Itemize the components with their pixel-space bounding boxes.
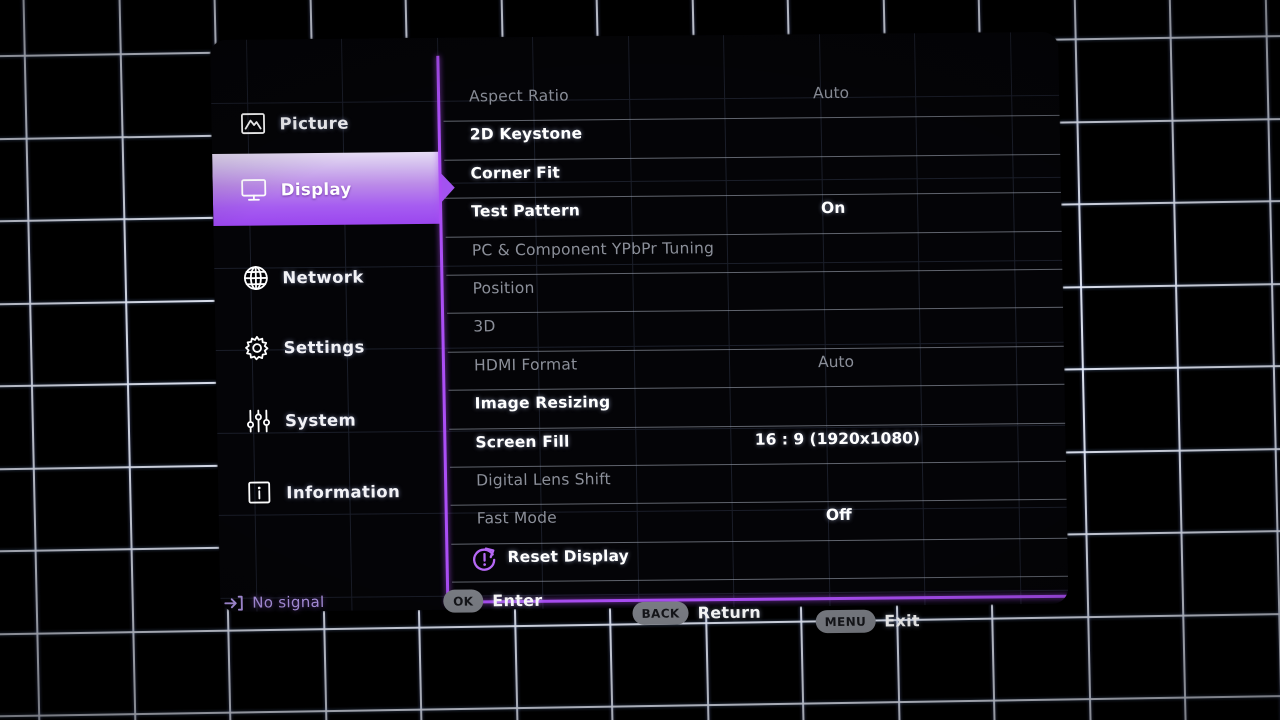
- no-signal-label: No signal: [252, 592, 325, 612]
- sidebar: Picture Display Network Settings System Infor…: [210, 38, 456, 612]
- option-label: Position: [472, 278, 535, 298]
- option-label: Reset Display: [507, 546, 630, 566]
- option-label: Corner Fit: [470, 163, 561, 183]
- sidebar-item-information[interactable]: Information: [218, 463, 445, 521]
- option-row[interactable]: Test Pattern On: [445, 193, 1064, 238]
- option-value: [714, 275, 954, 277]
- option-row[interactable]: Aspect Ratio Auto: [443, 78, 1062, 123]
- osd-menu-panel: Picture Display Network Settings System Infor…: [210, 31, 1069, 612]
- option-row[interactable]: Corner Fit: [444, 155, 1063, 199]
- sidebar-item-display[interactable]: Display: [212, 151, 456, 226]
- key-pill-ok: OK: [443, 589, 484, 613]
- hint-exit[interactable]: MENU Exit: [815, 609, 921, 634]
- sliders-icon: [245, 407, 271, 433]
- option-value: [717, 390, 957, 392]
- option-value: [715, 313, 955, 315]
- sidebar-item-label: Picture: [279, 113, 350, 133]
- sidebar-item-label: Display: [280, 179, 352, 199]
- sidebar-item-system[interactable]: System: [216, 391, 443, 449]
- option-row[interactable]: Image Resizing: [448, 385, 1068, 430]
- option-label: 2D Keystone: [469, 124, 583, 144]
- option-value: [719, 543, 959, 545]
- picture-icon: [239, 110, 265, 136]
- display-icon: [241, 176, 267, 202]
- hint-caption-enter: Enter: [492, 590, 543, 611]
- projector-screen: Picture Display Network Settings System Infor…: [0, 0, 1280, 720]
- hint-caption-return: Return: [697, 602, 762, 623]
- option-row[interactable]: 3D: [447, 308, 1066, 353]
- sidebar-item-label: Settings: [283, 337, 365, 357]
- no-signal-status: No signal: [224, 593, 325, 612]
- option-row[interactable]: PC & Component YPbPr Tuning: [446, 231, 1065, 276]
- option-value: Auto: [817, 352, 855, 371]
- sidebar-item-settings[interactable]: Settings: [215, 318, 442, 376]
- option-value: [712, 160, 952, 162]
- option-row[interactable]: Screen Fill 16 : 9 (1920x1080): [449, 423, 1068, 468]
- option-label: Image Resizing: [474, 393, 611, 413]
- gear-icon: [243, 334, 269, 360]
- key-pill-menu: MENU: [815, 609, 876, 634]
- sidebar-item-label: Network: [282, 267, 364, 287]
- option-label: Test Pattern: [471, 201, 581, 221]
- option-label: 3D: [473, 317, 496, 336]
- option-row[interactable]: Position: [446, 270, 1066, 315]
- option-row[interactable]: Fast Mode Off: [451, 500, 1069, 545]
- option-label: Screen Fill: [475, 432, 570, 451]
- option-value: Auto: [812, 83, 850, 103]
- option-value: 16 : 9 (1920x1080): [754, 428, 921, 449]
- hint-return[interactable]: BACK Return: [632, 601, 761, 625]
- option-row[interactable]: Reset Display: [451, 539, 1069, 583]
- reset-icon: [471, 546, 497, 572]
- hint-bar: No signal OK Enter BACK Return MENU Exit: [210, 580, 1071, 648]
- option-row[interactable]: Digital Lens Shift: [450, 462, 1069, 506]
- option-label: Aspect Ratio: [468, 86, 570, 106]
- globe-icon: [242, 264, 268, 290]
- sidebar-item-network[interactable]: Network: [214, 248, 441, 306]
- option-value: On: [820, 199, 846, 218]
- input-source-icon: [224, 594, 243, 611]
- option-value: [714, 236, 954, 238]
- option-value: [718, 467, 958, 469]
- option-row[interactable]: HDMI Format Auto: [448, 347, 1067, 391]
- information-icon: [246, 479, 272, 505]
- hint-caption-exit: Exit: [884, 611, 921, 631]
- option-value: Off: [825, 506, 852, 525]
- option-value: [712, 121, 952, 123]
- option-label: Fast Mode: [476, 508, 558, 528]
- key-pill-back: BACK: [632, 601, 689, 625]
- sidebar-item-label: Information: [286, 481, 401, 502]
- hint-enter[interactable]: OK Enter: [443, 589, 543, 613]
- sidebar-item-label: System: [284, 410, 357, 430]
- option-label: HDMI Format: [473, 355, 578, 375]
- option-label: PC & Component YPbPr Tuning: [471, 238, 715, 260]
- option-row[interactable]: 2D Keystone: [444, 116, 1063, 161]
- display-options-list: Aspect Ratio Auto 2D Keystone Corner Fit Tes…: [443, 78, 1069, 583]
- option-label: Digital Lens Shift: [475, 470, 612, 490]
- sidebar-item-picture[interactable]: Picture: [211, 94, 438, 152]
